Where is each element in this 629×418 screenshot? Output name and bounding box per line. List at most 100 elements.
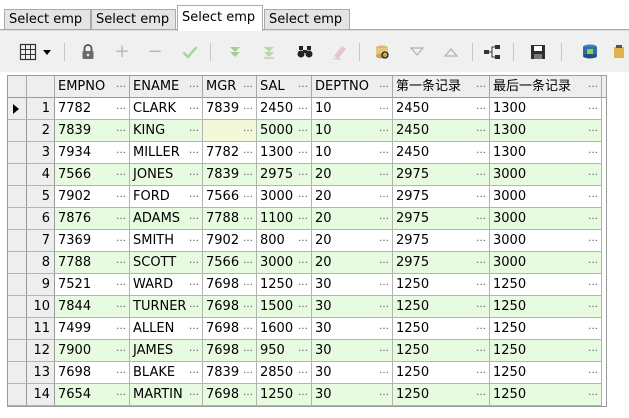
export-icon[interactable]: [580, 42, 600, 62]
row-indicator[interactable]: [8, 164, 27, 186]
row-number[interactable]: 9: [27, 274, 55, 296]
cell-deptno[interactable]: 20…: [312, 164, 393, 186]
cell-editor-button[interactable]: …: [243, 98, 253, 117]
cell-editor-button[interactable]: …: [189, 164, 199, 183]
table-row[interactable]: 1 7782… CLARK… 7839… 2450… 10… 2450… 1300…: [8, 98, 606, 120]
row-indicator[interactable]: [8, 274, 27, 296]
cell-editor-button[interactable]: …: [189, 252, 199, 271]
cell-sal[interactable]: 1250…: [257, 384, 312, 406]
cell-empno[interactable]: 7934…: [55, 142, 130, 164]
column-header-first-record[interactable]: 第一条记录…: [393, 76, 490, 98]
cell-last-record[interactable]: 3000…: [490, 252, 602, 274]
cell-mgr[interactable]: 7788…: [203, 208, 257, 230]
row-number[interactable]: 6: [27, 208, 55, 230]
cell-editor-button[interactable]: …: [116, 340, 126, 359]
more-icon[interactable]: [611, 42, 627, 62]
cell-editor-button[interactable]: …: [189, 230, 199, 249]
delete-record-icon[interactable]: −: [145, 42, 165, 62]
cell-ename[interactable]: SCOTT…: [130, 252, 203, 274]
cell-mgr[interactable]: 7698…: [203, 340, 257, 362]
cell-deptno[interactable]: 30…: [312, 362, 393, 384]
cell-editor-button[interactable]: …: [476, 120, 486, 139]
cell-ename[interactable]: SMITH…: [130, 230, 203, 252]
column-menu-icon[interactable]: …: [476, 76, 486, 95]
row-indicator[interactable]: [8, 384, 27, 406]
table-row[interactable]: 9 7521… WARD… 7698… 1250… 30… 1250… 1250…: [8, 274, 606, 296]
cell-editor-button[interactable]: …: [476, 274, 486, 293]
row-indicator[interactable]: [8, 296, 27, 318]
cell-editor-button[interactable]: …: [379, 208, 389, 227]
cell-editor-button[interactable]: …: [379, 274, 389, 293]
table-row[interactable]: 8 7788… SCOTT… 7566… 3000… 20… 2975… 3000…: [8, 252, 606, 274]
column-menu-icon[interactable]: …: [298, 76, 308, 95]
cell-sal[interactable]: 2450…: [257, 98, 312, 120]
cell-editor-button[interactable]: …: [243, 318, 253, 337]
cell-sal[interactable]: 1600…: [257, 318, 312, 340]
cell-editor-button[interactable]: …: [588, 230, 598, 249]
cell-first-record[interactable]: 2975…: [393, 164, 490, 186]
cell-last-record[interactable]: 3000…: [490, 230, 602, 252]
tab-select-emp-2[interactable]: Select emp: [91, 9, 176, 30]
cell-editor-button[interactable]: …: [189, 186, 199, 205]
cell-editor-button[interactable]: …: [298, 208, 308, 227]
cell-sal[interactable]: 950…: [257, 340, 312, 362]
cell-sal[interactable]: 800…: [257, 230, 312, 252]
cell-sal[interactable]: 1100…: [257, 208, 312, 230]
cell-empno[interactable]: 7788…: [55, 252, 130, 274]
cell-first-record[interactable]: 2975…: [393, 208, 490, 230]
cell-editor-button[interactable]: …: [298, 120, 308, 139]
cell-editor-button[interactable]: …: [243, 142, 253, 161]
cell-sal[interactable]: 2850…: [257, 362, 312, 384]
cell-empno[interactable]: 7521…: [55, 274, 130, 296]
cell-editor-button[interactable]: …: [379, 340, 389, 359]
row-indicator[interactable]: [8, 362, 27, 384]
filter-clear-icon[interactable]: [259, 42, 279, 62]
cell-mgr[interactable]: 7698…: [203, 318, 257, 340]
cell-editor-button[interactable]: …: [298, 340, 308, 359]
cell-editor-button[interactable]: …: [298, 98, 308, 117]
cell-editor-button[interactable]: …: [588, 252, 598, 271]
cell-deptno[interactable]: 10…: [312, 120, 393, 142]
row-number[interactable]: 14: [27, 384, 55, 406]
cell-last-record[interactable]: 1250…: [490, 362, 602, 384]
filter-down-icon[interactable]: [225, 42, 245, 62]
cell-editor-button[interactable]: …: [476, 186, 486, 205]
cell-editor-button[interactable]: …: [243, 296, 253, 315]
cell-deptno[interactable]: 30…: [312, 318, 393, 340]
cell-editor-button[interactable]: …: [189, 362, 199, 381]
cell-ename[interactable]: MILLER…: [130, 142, 203, 164]
cell-editor-button[interactable]: …: [298, 230, 308, 249]
cell-editor-button[interactable]: …: [588, 296, 598, 315]
sort-descending-icon[interactable]: [407, 42, 427, 62]
cell-editor-button[interactable]: …: [116, 186, 126, 205]
cell-ename[interactable]: FORD…: [130, 186, 203, 208]
cell-last-record[interactable]: 1250…: [490, 318, 602, 340]
cell-deptno[interactable]: 10…: [312, 142, 393, 164]
cell-editor-button[interactable]: …: [476, 142, 486, 161]
cell-editor-button[interactable]: …: [243, 186, 253, 205]
cell-editor-button[interactable]: …: [189, 384, 199, 403]
cell-first-record[interactable]: 1250…: [393, 296, 490, 318]
cell-editor-button[interactable]: …: [379, 362, 389, 381]
cell-ename[interactable]: CLARK…: [130, 98, 203, 120]
cell-deptno[interactable]: 20…: [312, 252, 393, 274]
cell-mgr[interactable]: …: [203, 120, 257, 142]
dropdown-arrow-icon[interactable]: [42, 42, 52, 62]
cell-editor-button[interactable]: …: [243, 164, 253, 183]
column-header-deptno[interactable]: DEPTNO…: [312, 76, 393, 98]
cell-editor-button[interactable]: …: [116, 274, 126, 293]
cell-last-record[interactable]: 3000…: [490, 186, 602, 208]
cell-editor-button[interactable]: …: [189, 142, 199, 161]
cell-editor-button[interactable]: …: [243, 230, 253, 249]
cell-editor-button[interactable]: …: [379, 384, 389, 403]
cell-editor-button[interactable]: …: [298, 164, 308, 183]
cell-empno[interactable]: 7654…: [55, 384, 130, 406]
column-menu-icon[interactable]: …: [588, 76, 598, 95]
cell-last-record[interactable]: 1250…: [490, 384, 602, 406]
cell-editor-button[interactable]: …: [189, 208, 199, 227]
cell-first-record[interactable]: 1250…: [393, 362, 490, 384]
row-indicator[interactable]: [8, 120, 27, 142]
cell-deptno[interactable]: 30…: [312, 384, 393, 406]
cell-first-record[interactable]: 2450…: [393, 142, 490, 164]
cell-first-record[interactable]: 2450…: [393, 120, 490, 142]
